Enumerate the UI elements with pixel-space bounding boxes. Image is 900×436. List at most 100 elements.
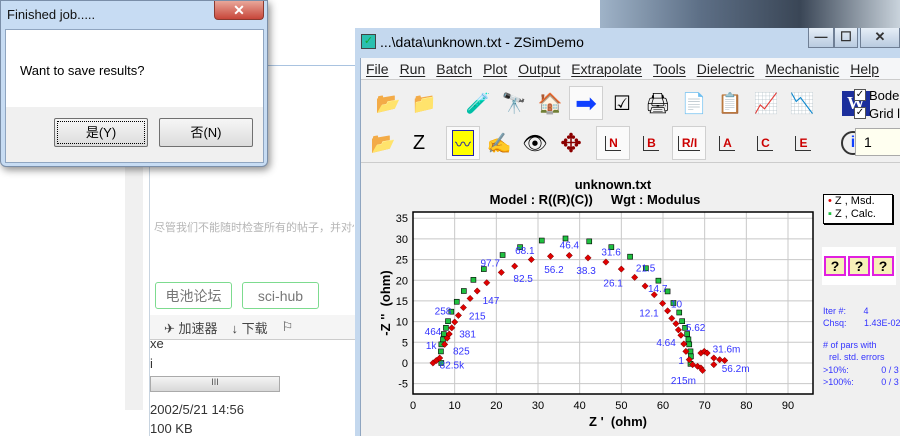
chart-subtitle: Model : R((R)(C)) Wgt : Modulus (490, 192, 701, 207)
search-icon[interactable]: 🔭 (497, 86, 531, 120)
frequency-label: 215m (671, 376, 696, 387)
calculated-point (441, 331, 447, 337)
question-icon[interactable]: ? (848, 256, 870, 276)
frequency-label: 464 (425, 327, 442, 338)
file-line: xe (150, 336, 164, 351)
window-title: ...\data\unknown.txt - ZSimDemo (380, 34, 584, 50)
menu-batch[interactable]: Batch (436, 61, 472, 77)
edit-icon[interactable]: ✍ (482, 126, 516, 160)
zoom-icon[interactable]: Z (402, 126, 436, 160)
open-folder-icon[interactable]: 📂 (366, 126, 400, 160)
error-plot-icon[interactable]: E (786, 126, 820, 160)
save-data-icon[interactable]: 📁 (407, 86, 441, 120)
y-tick-label: 30 (396, 234, 408, 246)
capacitance-plot-icon[interactable]: C (748, 126, 782, 160)
minimize-button[interactable]: — (808, 28, 834, 48)
tag-sci-hub[interactable]: sci-hub (242, 282, 319, 309)
menu-plot[interactable]: Plot (483, 61, 507, 77)
x-tick-label: 40 (574, 400, 586, 412)
pars-subheading: rel. std. errors (829, 352, 885, 362)
frequency-label: 215 (469, 311, 486, 322)
calculated-point (453, 298, 460, 305)
menu-mechanistic[interactable]: Mechanistic (765, 61, 839, 77)
dialog-body: Want to save results? 是(Y) 否(N) (5, 29, 264, 163)
flag-icon[interactable]: ⚐ (282, 319, 294, 335)
no-button[interactable]: 否(N) (159, 118, 253, 147)
scrollbar[interactable] (125, 160, 143, 410)
calculated-point (461, 288, 467, 294)
x-axis-label: Z ' (ohm) (589, 414, 647, 429)
download-button[interactable]: ↓ 下载 (232, 318, 268, 337)
calculated-point (443, 325, 449, 331)
y-tick-label: 20 (396, 275, 408, 287)
frequency-label: 381 (459, 330, 476, 341)
frequency-label: 10 (671, 299, 683, 310)
admittance-plot-icon[interactable]: A (710, 126, 744, 160)
bode-plot-icon[interactable]: B (634, 126, 668, 160)
frequency-label: 82.5k (440, 361, 465, 372)
eye-icon[interactable]: 👁 (518, 126, 552, 160)
menu-file[interactable]: File (366, 61, 389, 77)
frequency-label: 1k (426, 341, 438, 352)
gt10-stat: >10%: 0 / 3 (823, 365, 899, 375)
frequency-label: 68.1 (515, 246, 535, 257)
calculated-point (627, 253, 633, 260)
maximize-button[interactable]: ☐ (834, 28, 858, 48)
export-plot-icon[interactable]: 📉 (785, 86, 819, 120)
number-field[interactable]: 1 (855, 128, 900, 156)
file-size: 100 KB (150, 421, 193, 436)
open-data-icon[interactable]: 📂 (371, 86, 405, 120)
menu-run[interactable]: Run (400, 61, 426, 77)
yes-button[interactable]: 是(Y) (54, 118, 148, 147)
copy-icon[interactable]: 📋 (713, 86, 747, 120)
menu-extrapolate[interactable]: Extrapolate (571, 61, 642, 77)
nyquist-plot-icon[interactable]: N (596, 126, 630, 160)
horizontal-scrollbar[interactable]: III (150, 376, 280, 392)
y-tick-label: 5 (402, 337, 408, 349)
grid-checkbox[interactable]: ✓ Grid l (854, 104, 900, 122)
ri-plot-icon[interactable]: R/I (672, 126, 706, 160)
divider (361, 162, 900, 163)
check-icon[interactable]: ☑ (605, 86, 639, 120)
chart-legend: • Z , Msd. ▪ Z , Calc. (823, 194, 893, 224)
chsq-stat: Chsq: 1.43E-02 (823, 318, 900, 328)
run-arrow-icon[interactable]: ➡ (569, 86, 603, 120)
y-tick-label: 15 (396, 296, 408, 308)
home-icon[interactable]: 🏠 (533, 86, 567, 120)
options-checkboxes: ✓ Bode ✓ Grid l (854, 86, 900, 122)
y-tick-label: -5 (398, 379, 408, 391)
frequency-label: 21.5 (636, 263, 656, 274)
menu-output[interactable]: Output (518, 61, 560, 77)
question-icon[interactable]: ? (824, 256, 846, 276)
x-tick-label: 90 (782, 400, 794, 412)
frequency-label: 31.6m (713, 345, 741, 356)
close-button[interactable]: ✕ (860, 28, 900, 48)
tag-battery-forum[interactable]: 电池论坛 (155, 282, 232, 309)
gt100-stat: >100%: 0 / 3 (823, 377, 899, 387)
menu-help[interactable]: Help (850, 61, 879, 77)
x-tick-label: 70 (699, 400, 711, 412)
dialog-close-button[interactable]: ✕ (214, 1, 264, 20)
menu-tools[interactable]: Tools (653, 61, 686, 77)
copy-plot-icon[interactable]: 📈 (749, 86, 783, 120)
calculated-point (679, 318, 685, 324)
move-icon[interactable]: ✥ (554, 126, 588, 160)
model-icon[interactable]: 🧪 (461, 86, 495, 120)
circuit-icon[interactable]: 〰 (446, 126, 480, 160)
frequency-label: 26.1 (603, 278, 623, 289)
bode-checkbox[interactable]: ✓ Bode (854, 86, 900, 104)
y-axis-label: -Z '' (ohm) (378, 270, 393, 335)
report-icon[interactable]: 📄 (677, 86, 711, 120)
accelerator-button[interactable]: ✈ 加速器 (164, 318, 218, 337)
legend-item-calculated: ▪ Z , Calc. (828, 208, 876, 220)
y-tick-label: 0 (402, 358, 408, 370)
x-tick-label: 30 (532, 400, 544, 412)
notice-text: 尽管我们不能随时检查所有的帖子，并对任何 (154, 222, 354, 234)
print-icon[interactable]: 🖨 (641, 86, 675, 120)
calculated-point (655, 277, 662, 284)
question-icon[interactable]: ? (872, 256, 894, 276)
menu-dielectric[interactable]: Dielectric (697, 61, 755, 77)
frequency-label: 56.2 (544, 265, 564, 276)
dialog-message: Want to save results? (20, 63, 145, 78)
calculated-point (445, 318, 451, 324)
